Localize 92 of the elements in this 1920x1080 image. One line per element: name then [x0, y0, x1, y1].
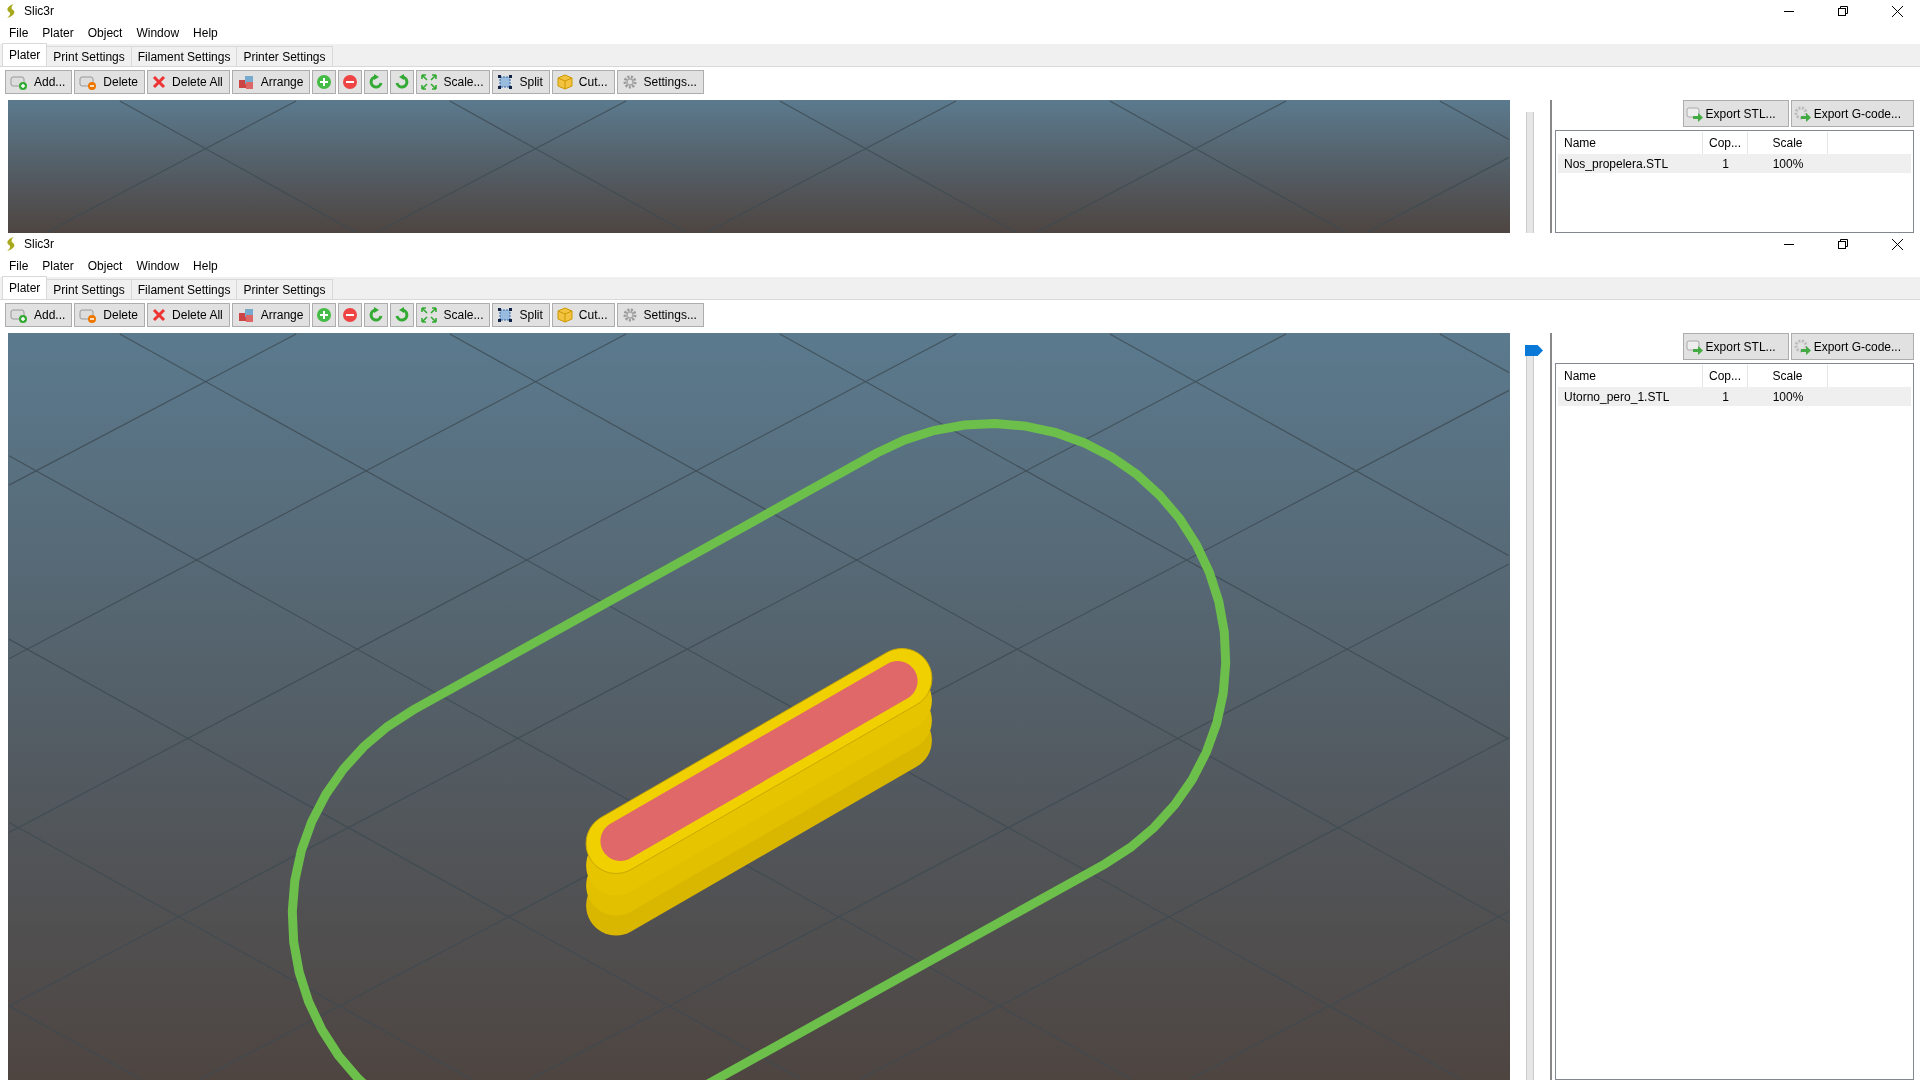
toolbar-button[interactable]: Delete All	[147, 303, 230, 327]
table-cell-text: 1	[1721, 388, 1730, 406]
tab[interactable]: Filament Settings	[130, 46, 238, 66]
menu-item[interactable]: Window	[129, 26, 187, 40]
toolbar-button[interactable]: Delete	[74, 303, 146, 327]
menu-item[interactable]: Help	[186, 259, 225, 273]
gear-icon	[621, 74, 638, 90]
cubes-icon	[236, 74, 255, 90]
toolbar-button[interactable]: Split	[492, 70, 550, 94]
rotate-right-icon	[394, 307, 411, 323]
expand-arrows-icon	[421, 74, 438, 90]
minus-circle-icon	[342, 307, 359, 323]
brick-remove-icon	[79, 74, 98, 90]
export-button[interactable]: Export STL...	[1682, 333, 1789, 360]
split-nodes-icon	[497, 74, 514, 90]
export-button[interactable]: Export G-code...	[1790, 333, 1914, 360]
tab[interactable]: Print Settings	[46, 279, 132, 299]
toolbar-button[interactable]	[338, 303, 363, 327]
toolbar-button[interactable]	[338, 70, 363, 94]
rotate-left-icon	[368, 307, 385, 323]
brick-add-icon	[10, 74, 28, 90]
tab[interactable]: Filament Settings	[130, 279, 238, 299]
menu-item[interactable]: File	[2, 26, 36, 40]
toolbar-button[interactable]: Add...	[5, 303, 73, 327]
layer-slider-thumb[interactable]	[1525, 345, 1543, 356]
minimize-icon	[1784, 10, 1794, 12]
tab[interactable]: Printer Settings	[236, 279, 333, 299]
restore-icon	[1838, 239, 1848, 249]
minus-circle-icon	[342, 74, 359, 90]
toolbar-button[interactable]: Arrange	[231, 70, 311, 94]
grid-line	[1439, 100, 1510, 141]
brick-arrow-icon	[1685, 105, 1704, 122]
menu-item[interactable]: Plater	[35, 26, 81, 40]
brick-remove-icon	[79, 307, 98, 323]
toolbar-button[interactable]: Scale...	[416, 303, 491, 327]
minimize-icon	[1784, 243, 1794, 245]
menu-item[interactable]: Object	[80, 26, 130, 40]
rotate-left-icon	[368, 74, 385, 90]
table-cell-text: 100%	[1771, 155, 1805, 173]
toolbar-button[interactable]: Settings...	[616, 303, 704, 327]
menu-item[interactable]: Window	[129, 259, 187, 273]
brick-arrow-icon	[1685, 338, 1704, 355]
toolbar-button[interactable]	[390, 303, 415, 327]
cross-icon	[152, 75, 167, 89]
gear-icon	[621, 307, 638, 323]
window-title: Slic3r	[24, 4, 55, 18]
cross-icon	[152, 308, 167, 322]
toolbar-button[interactable]: Split	[492, 303, 550, 327]
table-cell-text: Utorno_pero_1.STL	[1563, 388, 1671, 406]
toolbar-button[interactable]	[390, 70, 415, 94]
menu-item[interactable]: File	[2, 259, 36, 273]
gear-arrow-icon	[1793, 105, 1812, 122]
close-icon	[1891, 5, 1903, 17]
menu-item[interactable]: Plater	[35, 259, 81, 273]
tab[interactable]: Printer Settings	[236, 46, 333, 66]
tab[interactable]: Plater	[2, 43, 48, 66]
plus-circle-icon	[316, 74, 333, 90]
table-cell-text: Nos_propelera.STL	[1563, 155, 1670, 173]
tab[interactable]: Print Settings	[46, 46, 132, 66]
toolbar-button[interactable]: Arrange	[231, 303, 311, 327]
toolbar-button[interactable]: Add...	[5, 70, 73, 94]
gear-arrow-icon	[1793, 338, 1812, 355]
toolbar-button[interactable]	[364, 303, 389, 327]
toolbar-button[interactable]	[312, 303, 337, 327]
split-nodes-icon	[497, 307, 514, 323]
menu-item[interactable]: Help	[186, 26, 225, 40]
toolbar-button[interactable]: Scale...	[416, 70, 491, 94]
slic3r-logo-icon	[6, 237, 16, 251]
restore-icon	[1838, 6, 1848, 16]
cubes-icon	[236, 307, 255, 323]
expand-arrows-icon	[421, 307, 438, 323]
rotate-right-icon	[394, 74, 411, 90]
brick-add-icon	[10, 307, 28, 323]
plus-circle-icon	[316, 307, 333, 323]
menu-item[interactable]: Object	[80, 259, 130, 273]
toolbar-button[interactable]: Settings...	[616, 70, 704, 94]
toolbar-button[interactable]	[364, 70, 389, 94]
toolbar-button[interactable]: Cut...	[551, 70, 615, 94]
export-button[interactable]: Export G-code...	[1790, 100, 1914, 127]
toolbar-button[interactable]: Delete	[74, 70, 146, 94]
close-icon	[1891, 238, 1903, 250]
export-button[interactable]: Export STL...	[1682, 100, 1789, 127]
box-icon	[556, 307, 573, 323]
toolbar-button[interactable]	[312, 70, 337, 94]
tab[interactable]: Plater	[2, 276, 48, 299]
toolbar-button[interactable]: Cut...	[551, 303, 615, 327]
table-cell-text: 1	[1721, 155, 1730, 173]
window-title: Slic3r	[24, 237, 55, 251]
toolbar-button[interactable]: Delete All	[147, 70, 230, 94]
box-icon	[556, 74, 573, 90]
slic3r-logo-icon	[6, 4, 16, 18]
table-cell-text: 100%	[1771, 388, 1805, 406]
